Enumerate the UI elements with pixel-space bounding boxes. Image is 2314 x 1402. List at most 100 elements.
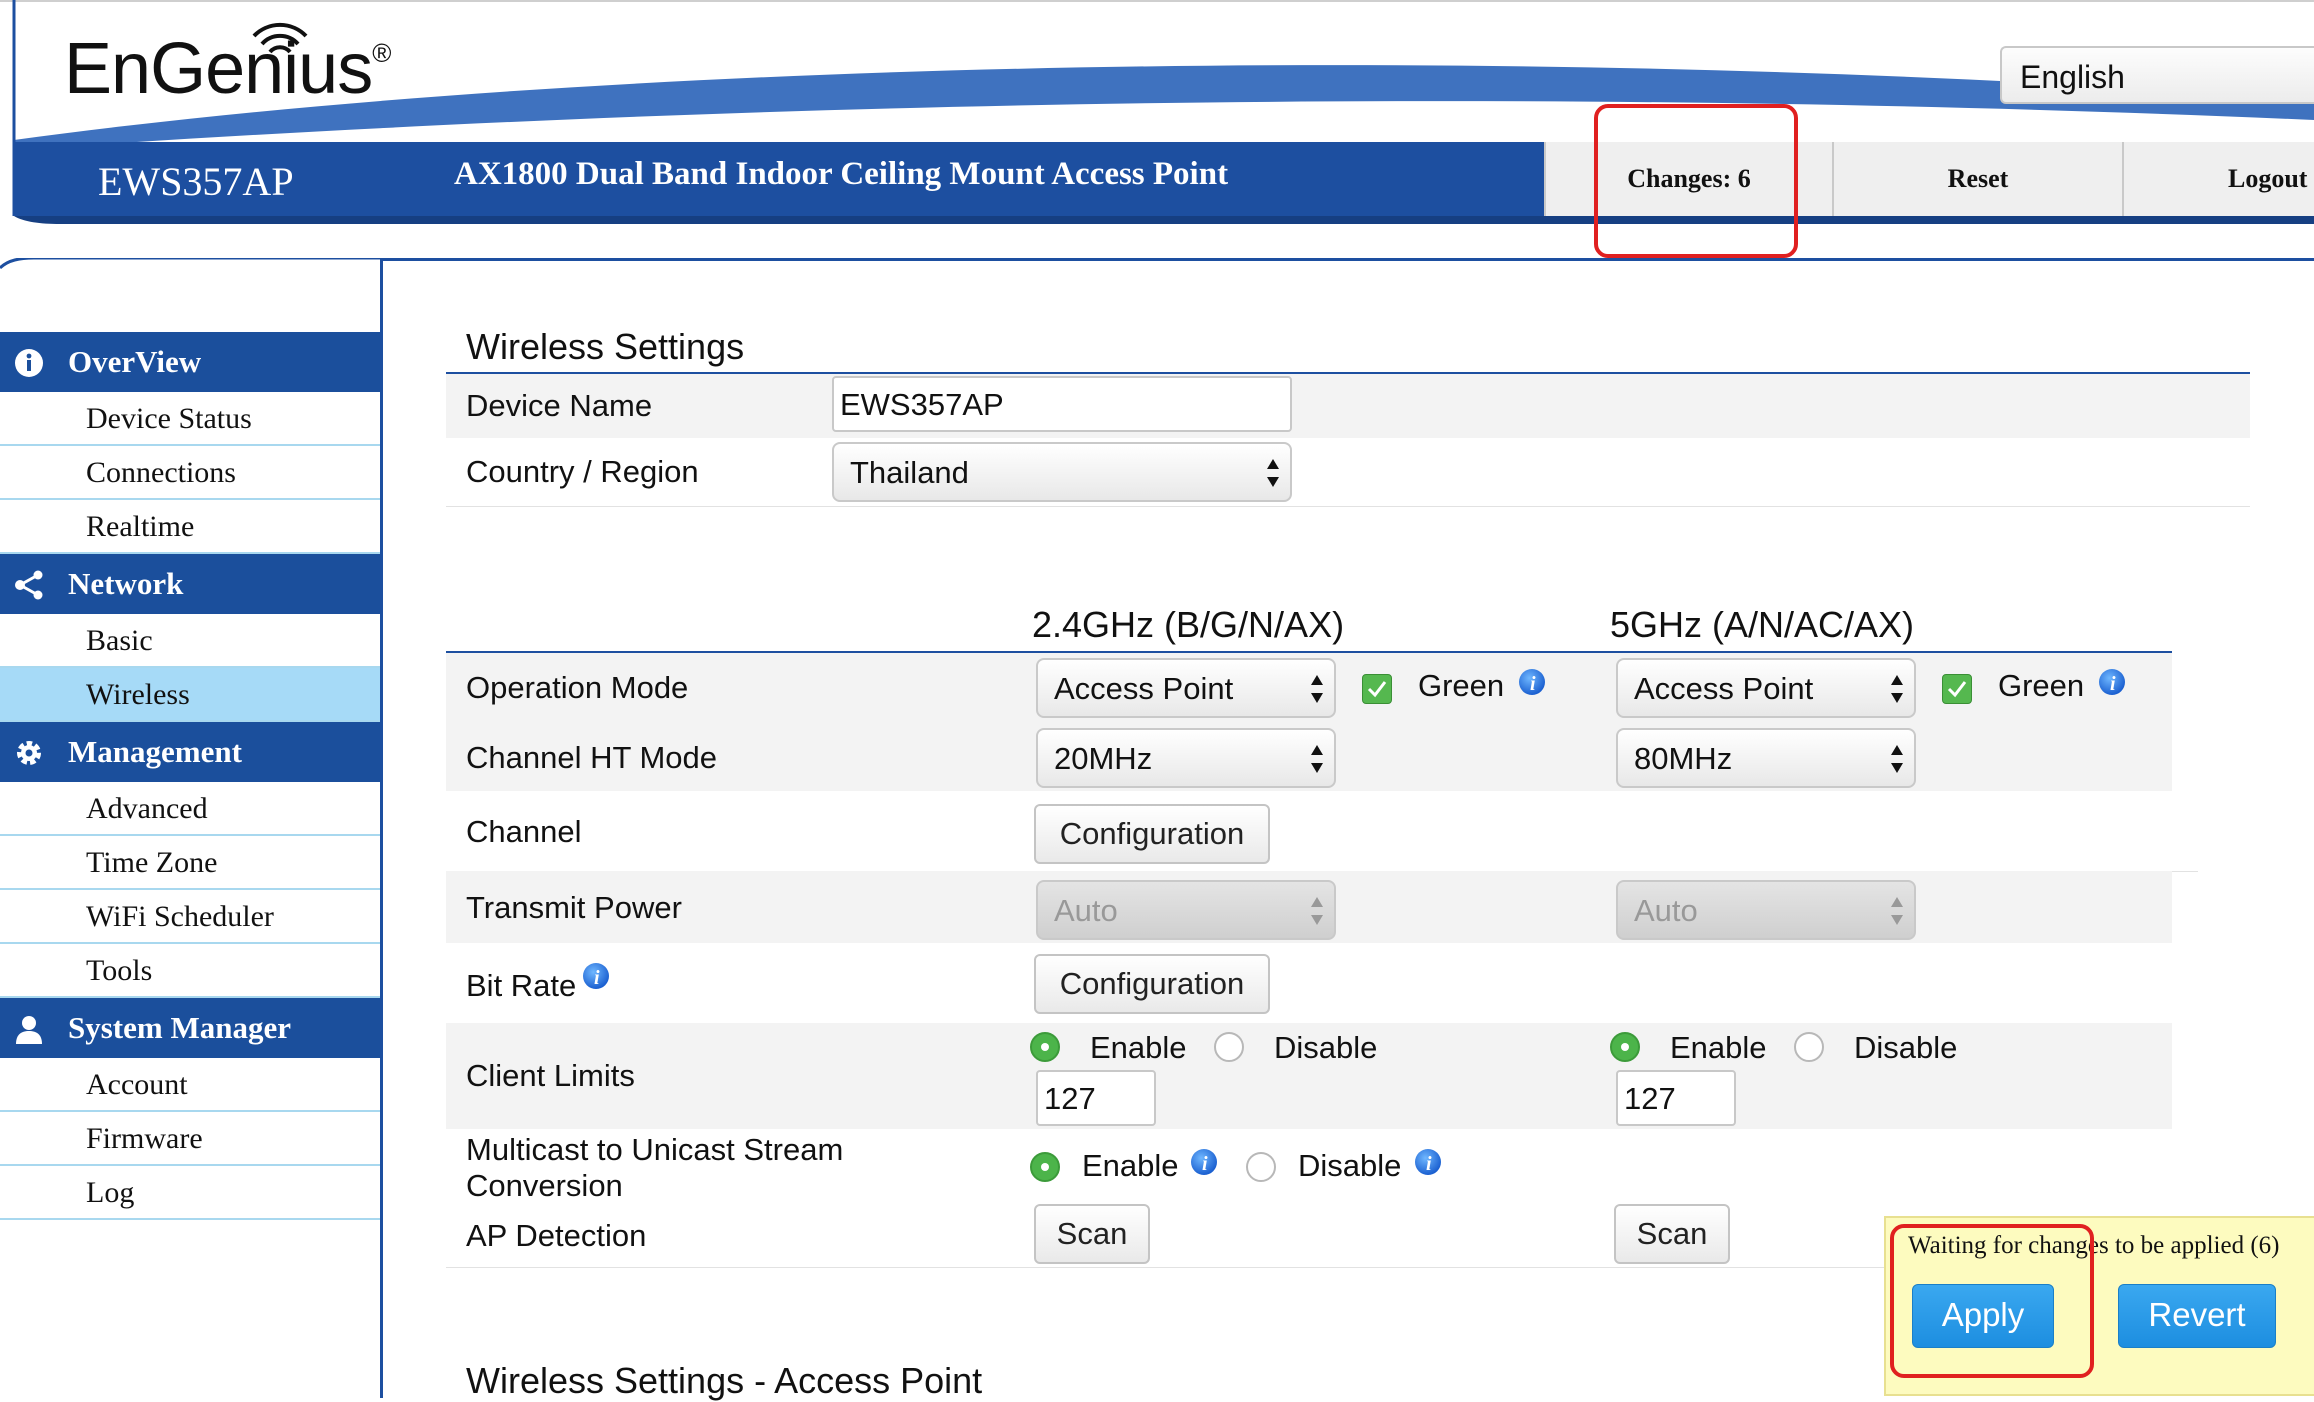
row-bit-rate — [446, 943, 2172, 1024]
country-region-select[interactable]: Thailand — [832, 442, 1292, 502]
operation-mode-5-value: Access Point — [1634, 671, 1814, 706]
sidebar-section-management[interactable]: Management — [0, 722, 380, 782]
client-limits-5-enable-radio[interactable] — [1610, 1032, 1640, 1062]
info-icon[interactable]: i — [582, 962, 610, 990]
transmit-power-label: Transmit Power — [466, 890, 682, 925]
sidebar-item-device-status[interactable]: Device Status — [0, 392, 380, 446]
sidebar-item-advanced[interactable]: Advanced — [0, 782, 380, 836]
bit-rate-configuration-button[interactable]: Configuration — [1034, 954, 1270, 1014]
row-country — [446, 438, 2250, 507]
highlight-changes — [1594, 104, 1798, 258]
svg-text:i: i — [2110, 673, 2116, 695]
sidebar-top-curve — [0, 258, 380, 270]
channel-label: Channel — [466, 814, 582, 849]
client-limit-5-input[interactable]: 127 — [1616, 1070, 1736, 1126]
select-arrows-icon — [1267, 459, 1279, 487]
svg-text:i: i — [1426, 1153, 1432, 1175]
ht-mode-5-select[interactable]: 80MHz — [1616, 728, 1916, 788]
user-icon — [16, 1016, 42, 1044]
ht-mode-5-value: 80MHz — [1634, 741, 1733, 776]
ap-detection-label: AP Detection — [466, 1218, 647, 1253]
sidebar-section-network[interactable]: Network — [0, 554, 380, 614]
operation-mode-label: Operation Mode — [466, 670, 689, 705]
ht-mode-24-select[interactable]: 20MHz — [1036, 728, 1336, 788]
reset-button[interactable]: Reset — [1832, 142, 2122, 216]
ht-mode-24-value: 20MHz — [1054, 741, 1153, 776]
svg-text:i: i — [594, 967, 600, 989]
client-limits-24-disable-radio[interactable] — [1214, 1032, 1244, 1062]
client-limit-24-input[interactable]: 127 — [1036, 1070, 1156, 1126]
operation-mode-24-value: Access Point — [1054, 671, 1234, 706]
row-device-name — [446, 374, 2250, 439]
info-icon[interactable]: i — [1414, 1148, 1442, 1176]
sidebar-item-firmware[interactable]: Firmware — [0, 1112, 380, 1166]
sidebar-section-system-manager[interactable]: System Manager — [0, 998, 380, 1058]
sidebar-item-wifi-scheduler[interactable]: WiFi Scheduler — [0, 890, 380, 944]
multicast-label-line2: Conversion — [466, 1168, 623, 1203]
client-limits-24-disable-label: Disable — [1274, 1030, 1378, 1065]
multicast-disable-radio[interactable] — [1246, 1152, 1276, 1182]
row-channel — [446, 791, 2198, 872]
green-24-label: Green — [1418, 668, 1505, 703]
channel-ht-mode-label: Channel HT Mode — [466, 740, 718, 775]
country-region-value: Thailand — [850, 455, 969, 490]
info-icon[interactable]: i — [1190, 1148, 1218, 1176]
sidebar-item-account[interactable]: Account — [0, 1058, 380, 1112]
sidebar-section-overview[interactable]: OverView — [0, 332, 380, 392]
svg-text:i: i — [1530, 673, 1536, 695]
sidebar-item-tools[interactable]: Tools — [0, 944, 380, 998]
band-5-title: 5GHz (A/N/AC/AX) — [1610, 604, 1915, 645]
transmit-power-24-select[interactable]: Auto — [1036, 880, 1336, 940]
multicast-enable-radio[interactable] — [1030, 1152, 1060, 1182]
info-icon[interactable]: i — [2098, 668, 2126, 696]
client-limits-5-enable-label: Enable — [1670, 1030, 1767, 1065]
info-icon — [15, 349, 43, 377]
channel-configuration-button[interactable]: Configuration — [1034, 804, 1270, 864]
sidebar-item-log[interactable]: Log — [0, 1166, 380, 1220]
multicast-disable-label: Disable — [1298, 1148, 1402, 1183]
checkmark-icon — [1947, 681, 1967, 698]
sidebar-item-realtime[interactable]: Realtime — [0, 500, 380, 554]
gear-icon — [17, 741, 41, 765]
select-arrows-icon — [1891, 675, 1903, 703]
product-description: AX1800 Dual Band Indoor Ceiling Mount Ac… — [454, 156, 1229, 192]
logout-button[interactable]: Logout — [2122, 142, 2314, 216]
checkmark-icon — [1367, 681, 1387, 698]
sidebar-item-basic[interactable]: Basic — [0, 614, 380, 668]
client-limits-5-disable-radio[interactable] — [1794, 1032, 1824, 1062]
sidebar-item-connections[interactable]: Connections — [0, 446, 380, 500]
bit-rate-label: Bit Rate — [466, 968, 577, 1003]
green-24-checkbox[interactable] — [1362, 674, 1392, 704]
sidebar-item-wireless[interactable]: Wireless — [0, 668, 380, 722]
engenius-logo: EnGenius® — [64, 29, 391, 109]
client-limits-5-disable-label: Disable — [1854, 1030, 1958, 1065]
highlight-apply — [1890, 1224, 2094, 1378]
client-limits-label: Client Limits — [466, 1058, 635, 1093]
operation-mode-5-select[interactable]: Access Point — [1616, 658, 1916, 718]
client-limits-24-enable-radio[interactable] — [1030, 1032, 1060, 1062]
revert-button[interactable]: Revert — [2118, 1284, 2276, 1348]
device-name-label: Device Name — [466, 388, 653, 423]
language-select[interactable]: English — [2000, 46, 2314, 104]
sidebar-section-label: System Manager — [68, 1010, 291, 1045]
access-point-section-title: Wireless Settings - Access Point — [466, 1360, 983, 1401]
country-region-label: Country / Region — [466, 454, 699, 489]
sidebar-item-time-zone[interactable]: Time Zone — [0, 836, 380, 890]
device-model: EWS357AP — [98, 159, 294, 204]
operation-mode-24-select[interactable]: Access Point — [1036, 658, 1336, 718]
scan-24-button[interactable]: Scan — [1034, 1204, 1150, 1264]
multicast-label-line1: Multicast to Unicast Stream — [466, 1132, 844, 1167]
transmit-power-5-select[interactable]: Auto — [1616, 880, 1916, 940]
select-arrows-icon — [1891, 897, 1903, 925]
select-arrows-icon — [1311, 897, 1323, 925]
scan-5-button[interactable]: Scan — [1614, 1204, 1730, 1264]
green-5-checkbox[interactable] — [1942, 674, 1972, 704]
info-icon[interactable]: i — [1518, 668, 1546, 696]
band-24-title: 2.4GHz (B/G/N/AX) — [1032, 604, 1345, 645]
sidebar-section-label: Network — [68, 566, 184, 601]
client-limits-24-enable-label: Enable — [1090, 1030, 1187, 1065]
select-arrows-icon — [1311, 675, 1323, 703]
device-name-input[interactable]: EWS357AP — [832, 376, 1292, 432]
svg-text:i: i — [1202, 1153, 1208, 1175]
wifi-icon — [252, 22, 308, 54]
